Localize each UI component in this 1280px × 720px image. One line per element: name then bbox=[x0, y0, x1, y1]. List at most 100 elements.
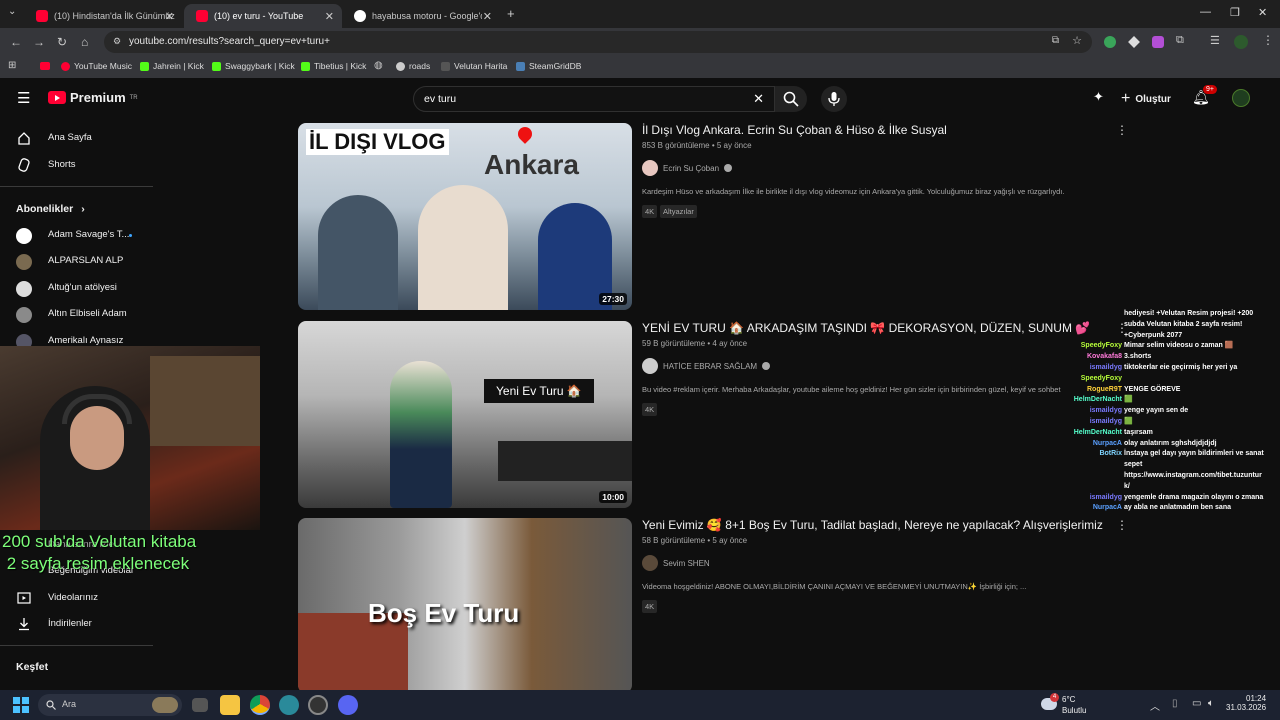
restore-icon[interactable]: ❐ bbox=[1230, 6, 1240, 19]
channel-link[interactable]: HATİCE EBRAR SAĞLAM bbox=[642, 358, 771, 374]
extensions-puzzle-icon[interactable]: ⧉ bbox=[1176, 34, 1184, 47]
bookmark-label: YouTube Music bbox=[74, 61, 132, 71]
search-button[interactable] bbox=[775, 86, 807, 112]
tab-1[interactable]: (10) Hindistan'da İlk Günümüz ✕ bbox=[24, 4, 182, 28]
discord-icon[interactable] bbox=[338, 695, 358, 715]
new-tab-icon[interactable]: + bbox=[507, 6, 515, 21]
search-highlight-icon bbox=[152, 697, 178, 713]
bookmark-velutan-harita[interactable]: Velutan Harita bbox=[441, 61, 507, 71]
bookmark-youtube-music[interactable]: YouTube Music bbox=[61, 61, 132, 71]
channel-name: Sevim SHEN bbox=[663, 558, 710, 568]
close-tab-icon[interactable]: ✕ bbox=[165, 10, 174, 23]
sidebar-label: Adam Savage's T... bbox=[48, 229, 130, 240]
video-thumbnail[interactable]: İL DIŞI VLOG Ankara 27:30 bbox=[298, 123, 632, 310]
upload-age: 5 ay önce bbox=[716, 141, 752, 150]
reload-icon[interactable]: ↻ bbox=[57, 35, 67, 49]
thumbnail-caption: Boş Ev Turu bbox=[368, 598, 520, 628]
weather-widget[interactable]: 6°C Bulutlu bbox=[1062, 694, 1086, 716]
voice-search-button[interactable] bbox=[821, 86, 847, 112]
bookmark-roads[interactable]: roads bbox=[396, 61, 430, 71]
windows-start-icon[interactable] bbox=[13, 697, 29, 713]
extension-3-icon[interactable] bbox=[1152, 36, 1164, 48]
chat-text: boss'u kestik bbox=[1124, 514, 1168, 515]
video-title[interactable]: YENİ EV TURU 🏠 ARKADAŞIM TAŞINDI 🎀 DEKOR… bbox=[642, 321, 1090, 335]
forward-icon[interactable]: → bbox=[33, 35, 45, 49]
video-thumbnail[interactable]: Boş Ev Turu bbox=[298, 518, 632, 690]
obs-icon[interactable] bbox=[308, 695, 328, 715]
account-avatar[interactable] bbox=[1232, 89, 1250, 107]
channel-link[interactable]: Sevim SHEN bbox=[642, 555, 710, 571]
sidebar-divider bbox=[0, 645, 153, 646]
close-window-icon[interactable]: ✕ bbox=[1258, 6, 1267, 19]
home-icon[interactable]: ⌂ bbox=[81, 35, 88, 49]
taskbar-search[interactable]: Ara bbox=[38, 694, 182, 716]
bookmark-steamgriddb[interactable]: SteamGridDB bbox=[516, 61, 581, 71]
chrome-icon[interactable] bbox=[250, 695, 270, 715]
reading-list-icon[interactable]: ☰ bbox=[1210, 34, 1220, 47]
youtube-premium-logo[interactable]: Premium TR bbox=[48, 90, 138, 105]
clock[interactable]: 01:24 31.03.2026 bbox=[1226, 694, 1266, 712]
extension-2-icon[interactable] bbox=[1128, 36, 1140, 48]
video-title[interactable]: Yeni Evimiz 🥰 8+1 Boş Ev Turu, Tadilat b… bbox=[642, 518, 1103, 532]
sidebar-sub-2[interactable]: Altuğ'un atölyesi bbox=[0, 275, 153, 301]
task-view-icon[interactable] bbox=[192, 698, 208, 712]
video-thumbnail[interactable]: Yeni Ev Turu 🏠 10:00 bbox=[298, 321, 632, 508]
browser-menu-icon[interactable]: ⋮ bbox=[1262, 33, 1274, 47]
map-pin-icon bbox=[515, 124, 535, 144]
sidebar-sub-1[interactable]: ALPARSLAN ALP bbox=[0, 248, 153, 274]
tray-app-icon[interactable]: ▯ bbox=[1172, 698, 1178, 709]
notifications-button[interactable]: 🔔︎ 9+ bbox=[1192, 85, 1217, 107]
sidebar-item-downloads[interactable]: İndirilenler bbox=[0, 611, 153, 637]
create-button[interactable]: + Oluştur bbox=[1121, 87, 1171, 111]
close-tab-icon[interactable]: ✕ bbox=[483, 10, 492, 23]
tray-chevron-icon[interactable]: ︿ bbox=[1150, 698, 1160, 713]
youtube-bookmark-icon[interactable] bbox=[40, 62, 50, 70]
home-icon bbox=[18, 132, 30, 145]
more-options-icon[interactable]: ⋮ bbox=[1116, 123, 1128, 137]
globe-bookmark-icon[interactable]: ◍ bbox=[374, 60, 383, 71]
sidebar-item-home[interactable]: Ana Sayfa bbox=[0, 125, 153, 151]
apps-grid-icon[interactable]: ⊞ bbox=[8, 60, 16, 71]
url-text: youtube.com/results?search_query=ev+turu… bbox=[129, 36, 330, 47]
install-icon[interactable]: ⧉ bbox=[1052, 35, 1059, 46]
video-meta: 58 B görüntüleme • 5 ay önce bbox=[642, 536, 748, 545]
back-icon[interactable]: ← bbox=[10, 35, 22, 49]
file-explorer-icon[interactable] bbox=[220, 695, 240, 715]
channel-link[interactable]: Ecrin Su Çoban bbox=[642, 160, 733, 176]
video-description: Kardeşim Hüso ve arkadaşım İlke ile birl… bbox=[642, 187, 1065, 196]
bookmark-star-icon[interactable]: ☆ bbox=[1072, 34, 1082, 47]
minimize-icon[interactable]: — bbox=[1200, 6, 1211, 18]
sidebar-sub-3[interactable]: Altın Elbiseli Adam bbox=[0, 301, 153, 327]
url-field[interactable]: ⚙ youtube.com/results?search_query=ev+tu… bbox=[104, 31, 1092, 53]
sidebar-sub-0[interactable]: Adam Savage's T... bbox=[0, 222, 153, 248]
site-info-icon[interactable]: ⚙ bbox=[113, 36, 121, 47]
hamburger-menu-icon[interactable]: ☰ bbox=[17, 89, 30, 107]
app-icon[interactable] bbox=[279, 695, 299, 715]
chat-message: YaBastaboss'u kestik bbox=[1036, 514, 1276, 515]
profile-avatar[interactable] bbox=[1234, 35, 1248, 49]
chat-message: https://www.instagram.com/tibet.tuzuntur bbox=[1036, 471, 1276, 482]
volume-icon[interactable]: 🔈︎ bbox=[1208, 698, 1214, 709]
address-bar-row: ← → ↻ ⌂ ⚙ youtube.com/results?search_que… bbox=[0, 28, 1280, 56]
sidebar-item-shorts[interactable]: Shorts bbox=[0, 152, 153, 178]
bookmark-label: Swaggybark | Kick bbox=[225, 61, 295, 71]
tab-2[interactable]: (10) ev turu - YouTube ✕ bbox=[184, 4, 342, 28]
tab-search-chevron-icon[interactable]: ⌄ bbox=[8, 6, 16, 17]
video-title[interactable]: İl Dışı Vlog Ankara. Ecrin Su Çoban & Hü… bbox=[642, 123, 947, 137]
bookmark-tibetius[interactable]: Tibetius | Kick bbox=[301, 61, 366, 71]
tab-3[interactable]: hayabusa motoru - Google'da Ara ✕ bbox=[342, 4, 500, 28]
close-tab-icon[interactable]: ✕ bbox=[325, 10, 334, 23]
bookmark-swaggybark[interactable]: Swaggybark | Kick bbox=[212, 61, 295, 71]
bookmark-jahrein[interactable]: Jahrein | Kick bbox=[140, 61, 204, 71]
chat-text: tiktokerlar eie geçirmiş her yeri ya bbox=[1124, 363, 1238, 371]
more-options-icon[interactable]: ⋮ bbox=[1116, 518, 1128, 532]
clear-search-icon[interactable]: ✕ bbox=[753, 91, 764, 107]
channel-avatar bbox=[642, 160, 658, 176]
channel-avatar bbox=[642, 555, 658, 571]
network-icon[interactable]: ▭ bbox=[1192, 698, 1201, 709]
subscriptions-header[interactable]: Abonelikler › bbox=[16, 203, 85, 215]
extension-1-icon[interactable] bbox=[1104, 36, 1116, 48]
cast-icon[interactable]: ✦ bbox=[1093, 89, 1104, 105]
search-input[interactable]: ev turu ✕ bbox=[413, 86, 775, 112]
sidebar-item-your-videos[interactable]: Videolarınız bbox=[0, 585, 153, 611]
